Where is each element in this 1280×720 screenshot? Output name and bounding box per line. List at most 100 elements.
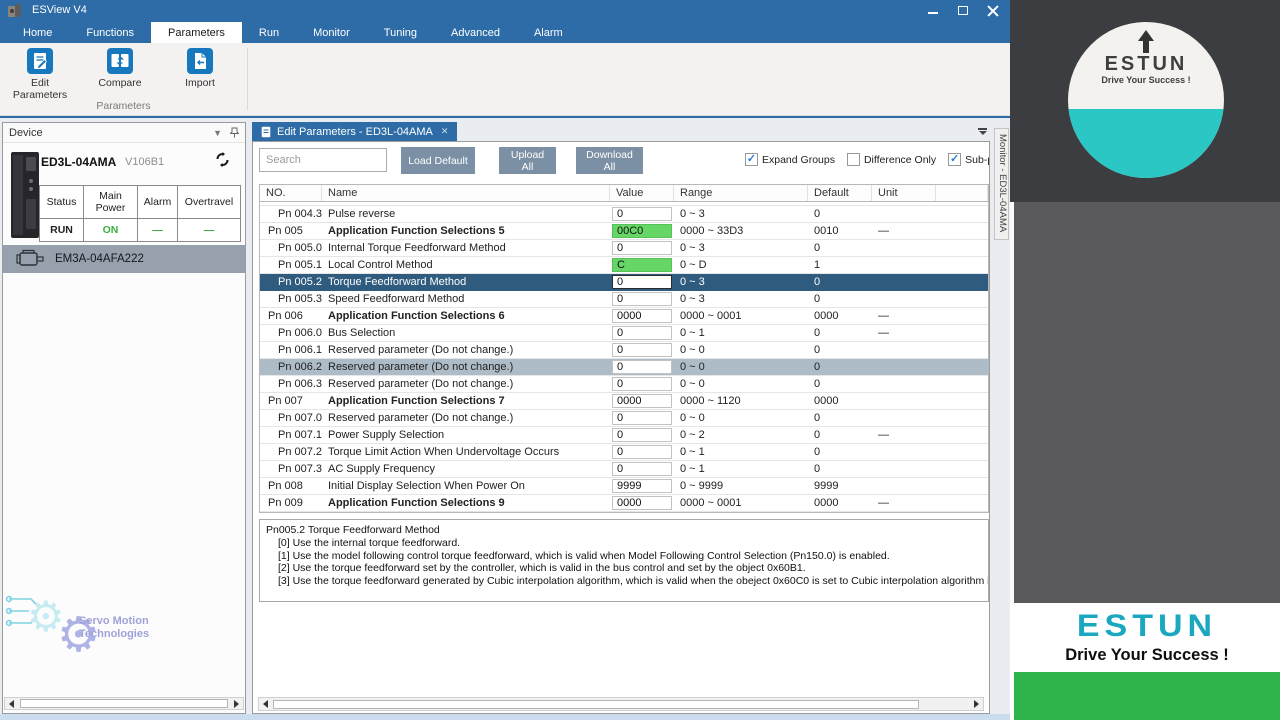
param-row[interactable]: Pn 007Application Function Selections 70… <box>260 393 988 410</box>
param-value-input[interactable]: 0 <box>612 360 672 374</box>
param-row[interactable]: Pn 007.1Power Supply Selection00 ~ 20— <box>260 427 988 444</box>
menu-tab-alarm[interactable]: Alarm <box>517 22 580 43</box>
load-default-button[interactable]: Load Default <box>401 147 475 174</box>
param-row[interactable]: Pn 006.1Reserved parameter (Do not chang… <box>260 342 988 359</box>
param-name: Application Function Selections 7 <box>322 395 610 407</box>
param-row[interactable]: Pn 008Initial Display Selection When Pow… <box>260 478 988 495</box>
param-row[interactable]: Pn 005.3Speed Feedforward Method00 ~ 30 <box>260 291 988 308</box>
description-option: [2] Use the torque feedforward set by th… <box>266 562 982 575</box>
param-value-input[interactable]: 0 <box>612 411 672 425</box>
param-row[interactable]: Pn 007.0Reserved parameter (Do not chang… <box>260 410 988 427</box>
tab-list-icon[interactable] <box>977 128 988 136</box>
status-value-cell: RUN <box>40 219 84 241</box>
scroll-right-icon[interactable] <box>230 698 243 709</box>
minimize-button[interactable] <box>918 0 948 22</box>
param-value-input[interactable]: 0 <box>612 275 672 289</box>
menu-tab-advanced[interactable]: Advanced <box>434 22 517 43</box>
param-value-input[interactable]: 0 <box>612 207 672 221</box>
param-row[interactable]: Pn 006.3Reserved parameter (Do not chang… <box>260 376 988 393</box>
param-name: Pulse reverse <box>322 208 610 220</box>
scroll-left-icon[interactable] <box>259 698 272 710</box>
param-row[interactable]: Pn 007.2Torque Limit Action When Undervo… <box>260 444 988 461</box>
scrollbar-thumb[interactable] <box>20 699 228 708</box>
checkbox-unchecked-icon[interactable] <box>847 153 860 166</box>
download-all-button[interactable]: Download All <box>576 147 643 174</box>
close-button[interactable] <box>978 0 1008 22</box>
status-header-cell: Status <box>40 186 84 219</box>
param-unit: — <box>872 429 936 441</box>
checkbox-expand-groups[interactable]: ✓Expand Groups <box>745 153 835 166</box>
description-option: [3] Use the torque feedforward generated… <box>266 575 982 588</box>
menu-tabs: HomeFunctionsParametersRunMonitorTuningA… <box>0 22 1010 43</box>
window-title: ESView V4 <box>32 4 87 16</box>
param-row[interactable]: Pn 006.2Reserved parameter (Do not chang… <box>260 359 988 376</box>
param-row[interactable]: Pn 005.1Local Control MethodC0 ~ D1 <box>260 257 988 274</box>
collapse-icon[interactable]: ▼ <box>213 128 222 138</box>
param-value-input[interactable]: 0 <box>612 462 672 476</box>
scroll-left-icon[interactable] <box>5 698 18 709</box>
device-panel-title: Device <box>9 127 43 139</box>
motor-label: EM3A-04AFA222 <box>55 253 144 265</box>
motor-list-item[interactable]: EM3A-04AFA222 <box>3 245 245 273</box>
param-row[interactable]: Pn 007.3AC Supply Frequency00 ~ 10 <box>260 461 988 478</box>
param-value-input[interactable]: 0 <box>612 445 672 459</box>
import-button[interactable]: Import <box>167 48 233 89</box>
ribbon-accent-rule <box>0 116 1010 118</box>
checkbox-checked-icon[interactable]: ✓ <box>745 153 758 166</box>
scroll-right-icon[interactable] <box>970 698 983 710</box>
param-value-input[interactable]: 0 <box>612 241 672 255</box>
editor-tab[interactable]: Edit Parameters - ED3L-04AMA ✕ <box>252 122 457 141</box>
pin-icon[interactable] <box>230 127 239 138</box>
param-value-input[interactable]: 0000 <box>612 394 672 408</box>
checkbox-sub-p[interactable]: ✓Sub-p <box>948 153 989 166</box>
param-name: Application Function Selections 5 <box>322 225 610 237</box>
ribbon-group-label: Parameters <box>0 100 247 112</box>
menu-tab-functions[interactable]: Functions <box>69 22 151 43</box>
table-hscrollbar[interactable] <box>258 697 984 711</box>
param-value-input[interactable]: 0 <box>612 428 672 442</box>
menu-tab-monitor[interactable]: Monitor <box>296 22 367 43</box>
menu-tab-home[interactable]: Home <box>6 22 69 43</box>
status-header-cell: Main Power <box>84 186 138 219</box>
param-value-input[interactable]: 0000 <box>612 309 672 323</box>
param-value-input[interactable]: C <box>612 258 672 272</box>
param-row[interactable]: Pn 005Application Function Selections 50… <box>260 223 988 240</box>
param-no: Pn 009 <box>260 497 322 509</box>
param-value-input[interactable]: 0 <box>612 343 672 357</box>
description-option: [1] Use the model following control torq… <box>266 550 982 563</box>
param-default: 0 <box>808 463 872 475</box>
scrollbar-thumb[interactable] <box>273 700 919 709</box>
menu-tab-run[interactable]: Run <box>242 22 296 43</box>
param-value-input[interactable]: 0000 <box>612 496 672 510</box>
checkbox-difference-only[interactable]: Difference Only <box>847 153 936 166</box>
param-value-input[interactable]: 0 <box>612 292 672 306</box>
param-row[interactable]: Pn 005.2Torque Feedforward Method00 ~ 30 <box>260 274 988 291</box>
param-row[interactable]: Pn 006.0Bus Selection00 ~ 10— <box>260 325 988 342</box>
column-header-filler <box>936 185 988 201</box>
monitor-side-tab[interactable]: Monitor - ED3L-04AMA <box>994 128 1009 240</box>
param-value-input[interactable]: 9999 <box>612 479 672 493</box>
param-value-cell: 0 <box>610 359 674 375</box>
menu-tab-parameters[interactable]: Parameters <box>151 22 242 43</box>
watermark-logo: ⚙ ⚙ Servo Motion Technologies <box>5 585 245 665</box>
param-value-input[interactable]: 0 <box>612 377 672 391</box>
param-name: AC Supply Frequency <box>322 463 610 475</box>
connection-status-icon[interactable] <box>214 151 231 168</box>
menu-tab-tuning[interactable]: Tuning <box>367 22 434 43</box>
param-row[interactable]: Pn 009Application Function Selections 90… <box>260 495 988 512</box>
device-panel-hscrollbar[interactable] <box>4 697 244 710</box>
param-value-input[interactable]: 0 <box>612 326 672 340</box>
param-value-input[interactable]: 00C0 <box>612 224 672 238</box>
sticker-teal-band <box>1068 109 1224 178</box>
param-row[interactable]: Pn 005.0Internal Torque Feedforward Meth… <box>260 240 988 257</box>
param-row[interactable]: Pn 004.3Pulse reverse00 ~ 30 <box>260 206 988 223</box>
checkbox-checked-icon[interactable]: ✓ <box>948 153 961 166</box>
search-input[interactable] <box>259 148 387 172</box>
edit-parameters-button[interactable]: Edit Parameters <box>7 48 73 101</box>
compare-button[interactable]: Compare <box>87 48 153 89</box>
upload-all-button[interactable]: Upload All <box>499 147 556 174</box>
maximize-button[interactable] <box>948 0 978 22</box>
param-row[interactable]: Pn 006Application Function Selections 60… <box>260 308 988 325</box>
tab-close-icon[interactable]: ✕ <box>441 126 449 137</box>
param-range: 0000 ~ 1120 <box>674 395 808 407</box>
